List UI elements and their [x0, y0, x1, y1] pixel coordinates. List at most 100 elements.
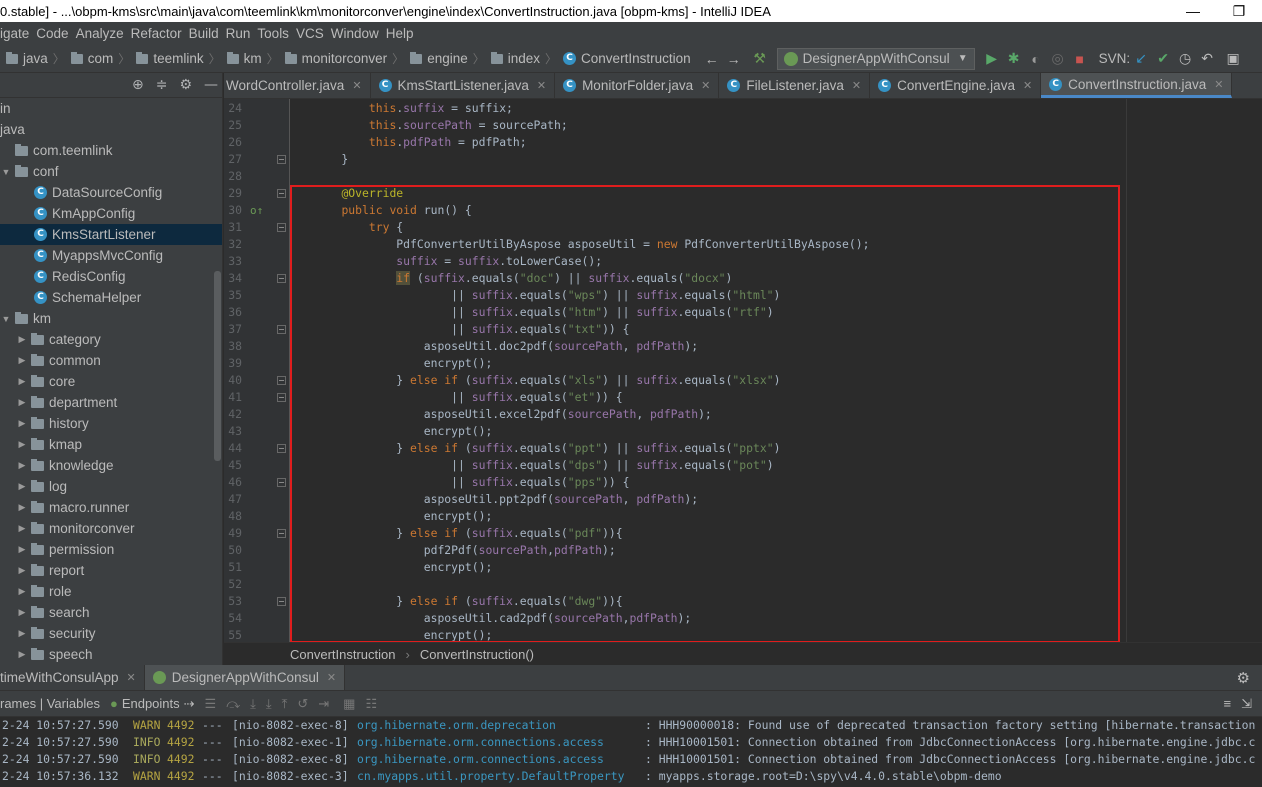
- tab-wordcontroller[interactable]: WordController.java ✕: [224, 73, 371, 98]
- collapse-arrow-icon[interactable]: ▶: [16, 565, 28, 576]
- fold-toggle-icon[interactable]: [277, 376, 286, 385]
- menu-item-analyze[interactable]: Analyze: [76, 26, 130, 41]
- tree-item-in[interactable]: in: [0, 98, 222, 119]
- menu-item-help[interactable]: Help: [386, 26, 420, 41]
- tree-item-com-teemlink[interactable]: com.teemlink: [0, 140, 222, 161]
- stop-icon[interactable]: ■: [1069, 48, 1091, 70]
- tree-item-kmap[interactable]: ▶ kmap: [0, 434, 222, 455]
- nav-crumb-index[interactable]: index 〉: [485, 50, 557, 67]
- collapse-arrow-icon[interactable]: ▶: [16, 628, 28, 639]
- tab-convertinstruction[interactable]: C ConvertInstruction.java ✕: [1041, 73, 1233, 98]
- menu-item-window[interactable]: Window: [331, 26, 385, 41]
- menu-item-refactor[interactable]: Refactor: [131, 26, 188, 41]
- tree-item-common[interactable]: ▶ common: [0, 350, 222, 371]
- close-icon[interactable]: ✕: [352, 79, 361, 92]
- locate-target-icon[interactable]: ⊕: [132, 77, 144, 93]
- tree-item-log[interactable]: ▶ log: [0, 476, 222, 497]
- tree-item-report[interactable]: ▶ report: [0, 560, 222, 581]
- force-step-into-icon[interactable]: ⤓: [266, 696, 272, 712]
- nav-crumb-monitorconver[interactable]: monitorconver 〉: [279, 50, 404, 67]
- tree-item-monitorconver[interactable]: ▶ monitorconver: [0, 518, 222, 539]
- code-editor[interactable]: 24 this.suffix = suffix; 25 this.sourcePa…: [224, 99, 1262, 642]
- drop-frame-icon[interactable]: ↺: [297, 696, 308, 712]
- step-into-icon[interactable]: ⤓: [250, 696, 256, 712]
- tree-item-speech[interactable]: ▶ speech: [0, 644, 222, 665]
- svn-commit-icon[interactable]: ✔: [1152, 48, 1174, 70]
- expand-arrow-icon[interactable]: ▼: [0, 314, 12, 324]
- fold-toggle-icon[interactable]: [277, 325, 286, 334]
- tree-item-redisconfig[interactable]: C RedisConfig: [0, 266, 222, 287]
- collapse-arrow-icon[interactable]: ▶: [16, 334, 28, 345]
- menu-item-build[interactable]: Build: [189, 26, 225, 41]
- fold-toggle-icon[interactable]: [277, 444, 286, 453]
- tree-item-kmsstartlistener[interactable]: C KmsStartListener: [0, 224, 222, 245]
- close-icon[interactable]: ✕: [701, 79, 710, 92]
- tab-kmsstartlistener[interactable]: C KmsStartListener.java ✕: [371, 73, 556, 98]
- breadcrumb-class[interactable]: ConvertInstruction: [290, 647, 396, 662]
- tree-item-category[interactable]: ▶ category: [0, 329, 222, 350]
- fold-toggle-icon[interactable]: [277, 223, 286, 232]
- step-out-icon[interactable]: ⤒: [282, 696, 288, 712]
- run-tab-designer[interactable]: DesignerAppWithConsul ✕: [144, 665, 346, 690]
- menu-item-igate[interactable]: igate: [0, 26, 35, 41]
- nav-crumb-km[interactable]: km 〉: [221, 50, 279, 67]
- override-marker-icon[interactable]: o↑: [250, 202, 263, 219]
- collapse-arrow-icon[interactable]: ▶: [16, 481, 28, 492]
- evaluate-icon[interactable]: ▦: [343, 696, 355, 712]
- build-hammer-icon[interactable]: ⚒: [749, 48, 771, 70]
- settings-gear-icon[interactable]: ⚙: [1237, 669, 1250, 687]
- collapse-arrow-icon[interactable]: ▶: [16, 397, 28, 408]
- nav-crumb-com[interactable]: com 〉: [65, 50, 130, 67]
- collapse-arrow-icon[interactable]: ▶: [16, 460, 28, 471]
- run-to-cursor-icon[interactable]: ⇥: [318, 696, 329, 712]
- tree-item-schemahelper[interactable]: C SchemaHelper: [0, 287, 222, 308]
- minimize-button[interactable]: —: [1170, 3, 1216, 19]
- tab-filelistener[interactable]: C FileListener.java ✕: [719, 73, 871, 98]
- run-configuration-select[interactable]: DesignerAppWithConsul ▼: [776, 47, 975, 70]
- tree-item-myappsmvcconfig[interactable]: C MyappsMvcConfig: [0, 245, 222, 266]
- tree-item-kmappconfig[interactable]: C KmAppConfig: [0, 203, 222, 224]
- fold-toggle-icon[interactable]: [277, 155, 286, 164]
- restore-button[interactable]: ❐: [1216, 3, 1262, 20]
- tree-item-datasourceconfig[interactable]: C DataSourceConfig: [0, 182, 222, 203]
- tree-item-history[interactable]: ▶ history: [0, 413, 222, 434]
- svn-update-icon[interactable]: ↙: [1130, 48, 1152, 70]
- close-icon[interactable]: ✕: [127, 671, 136, 684]
- debug-icon[interactable]: ✱: [1003, 48, 1025, 70]
- nav-crumb-java[interactable]: java 〉: [0, 50, 65, 67]
- revert-icon[interactable]: ↶: [1196, 48, 1218, 70]
- forward-arrow-icon[interactable]: →: [723, 48, 745, 70]
- collapse-all-icon[interactable]: ≑: [156, 77, 168, 93]
- tree-item-permission[interactable]: ▶ permission: [0, 539, 222, 560]
- collapse-arrow-icon[interactable]: ▶: [16, 355, 28, 366]
- collapse-arrow-icon[interactable]: ▶: [16, 607, 28, 618]
- tree-item-security[interactable]: ▶ security: [0, 623, 222, 644]
- fold-toggle-icon[interactable]: [277, 597, 286, 606]
- nav-crumb-engine[interactable]: engine 〉: [404, 50, 485, 67]
- pin-arrow-icon[interactable]: ⇢: [184, 696, 195, 712]
- tree-item-java[interactable]: java: [0, 119, 222, 140]
- tree-item-macro-runner[interactable]: ▶ macro.runner: [0, 497, 222, 518]
- fold-toggle-icon[interactable]: [277, 393, 286, 402]
- tree-item-km[interactable]: ▼ km: [0, 308, 222, 329]
- coverage-icon[interactable]: ◐: [1025, 48, 1047, 70]
- tab-convertengine[interactable]: C ConvertEngine.java ✕: [870, 73, 1042, 98]
- collapse-arrow-icon[interactable]: ▶: [16, 649, 28, 660]
- collapse-arrow-icon[interactable]: ▶: [16, 523, 28, 534]
- menu-item-vcs[interactable]: VCS: [296, 26, 330, 41]
- settings-gear-icon[interactable]: ⚙: [179, 77, 192, 93]
- close-icon[interactable]: ✕: [1214, 78, 1223, 91]
- console-output[interactable]: 2-24 10:57:27.590 WARN 4492 --- [nio-8082-ex…: [0, 717, 1262, 785]
- run-icon[interactable]: ▶: [981, 48, 1003, 70]
- collapse-arrow-icon[interactable]: ▶: [16, 544, 28, 555]
- expand-arrow-icon[interactable]: ▼: [0, 167, 12, 177]
- soft-wrap-icon[interactable]: ≡: [1224, 696, 1232, 711]
- collapse-arrow-icon[interactable]: ▶: [16, 502, 28, 513]
- fold-toggle-icon[interactable]: [277, 478, 286, 487]
- tab-monitorfolder[interactable]: C MonitorFolder.java ✕: [555, 73, 720, 98]
- close-icon[interactable]: ✕: [1023, 79, 1032, 92]
- nav-crumb-teemlink[interactable]: teemlink 〉: [130, 50, 221, 67]
- tree-item-search[interactable]: ▶ search: [0, 602, 222, 623]
- collapse-arrow-icon[interactable]: ▶: [16, 439, 28, 450]
- tree-item-department[interactable]: ▶ department: [0, 392, 222, 413]
